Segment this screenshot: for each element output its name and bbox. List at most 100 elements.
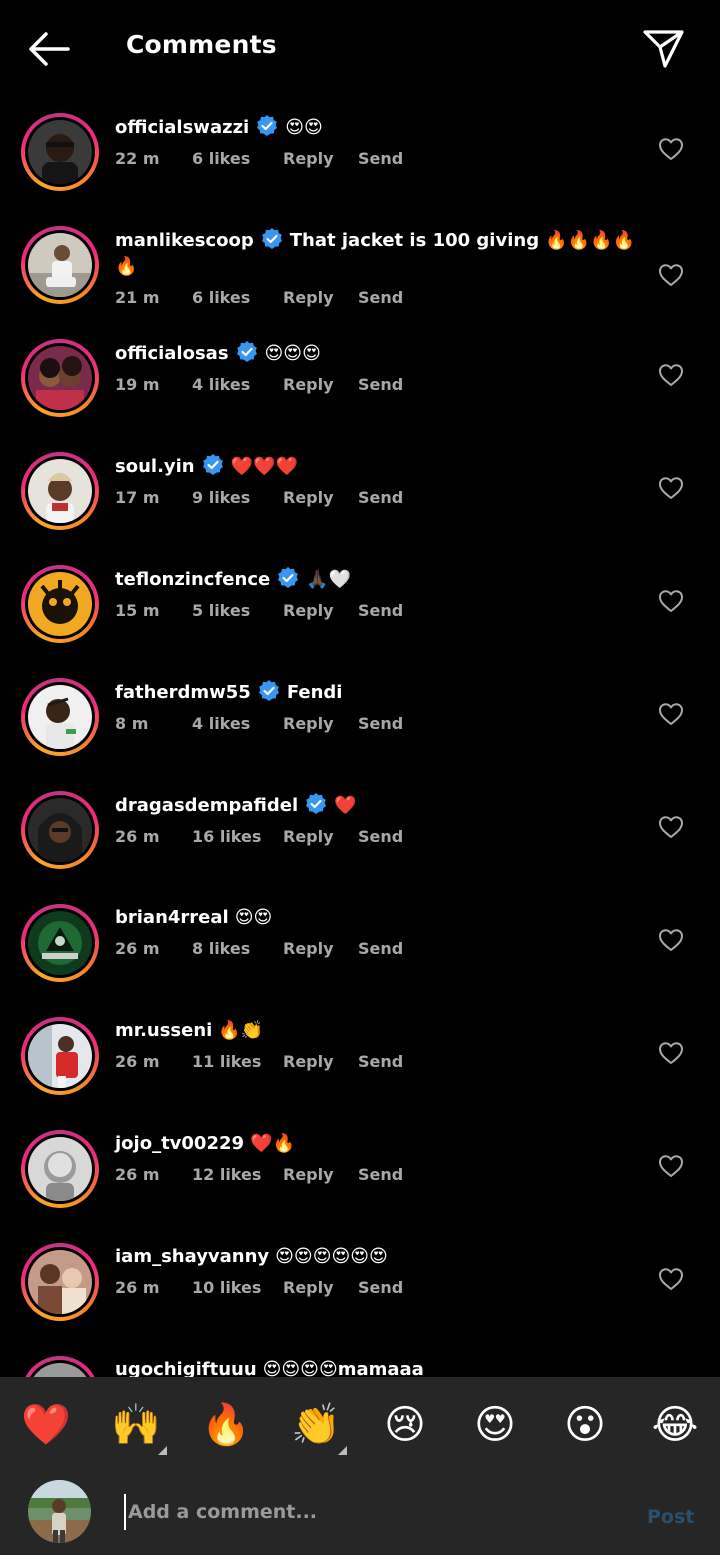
avatar[interactable] — [21, 791, 99, 869]
avatar[interactable] — [21, 1356, 99, 1377]
like-button[interactable] — [658, 1154, 684, 1178]
send-button[interactable]: Send — [358, 714, 403, 734]
comment-username[interactable]: jojo_tv00229 — [115, 1133, 244, 1154]
comment-username[interactable]: dragasdempafidel — [115, 795, 298, 816]
comment-meta: 22 m 6 likes Reply Send — [115, 149, 635, 169]
comment-meta: 8 m 4 likes Reply Send — [115, 714, 635, 734]
comment-username[interactable]: brian4rreal — [115, 907, 229, 928]
emoji-raising-hands-icon: 🙌 — [111, 1402, 161, 1448]
comment-username[interactable]: officialswazzi — [115, 117, 249, 138]
emoji-surprised-face-button[interactable]: 😮 — [561, 1401, 609, 1449]
avatar[interactable] — [21, 565, 99, 643]
emoji-heart-eyes-button[interactable]: 😍 — [471, 1401, 519, 1449]
send-button[interactable]: Send — [358, 939, 403, 959]
comment-likes[interactable]: 6 likes — [192, 288, 283, 308]
top-bar: Comments — [0, 0, 720, 96]
comment-username[interactable]: teflonzincfence — [115, 569, 270, 590]
reply-button[interactable]: Reply — [283, 375, 358, 395]
comment-likes[interactable]: 11 likes — [192, 1052, 283, 1072]
comment-likes[interactable]: 9 likes — [192, 488, 283, 508]
like-button[interactable] — [658, 1267, 684, 1291]
comment-time: 21 m — [115, 288, 160, 307]
comment-text: 😍😍 — [285, 117, 323, 138]
comment-username[interactable]: fatherdmw55 — [115, 682, 251, 703]
comment-likes[interactable]: 5 likes — [192, 601, 283, 621]
like-button[interactable] — [658, 363, 684, 387]
like-button[interactable] — [658, 815, 684, 839]
reply-button[interactable]: Reply — [283, 288, 358, 308]
avatar[interactable] — [21, 1017, 99, 1095]
comment-username[interactable]: iam_shayvanny — [115, 1246, 269, 1267]
paper-plane-icon — [643, 30, 684, 68]
comment-likes[interactable]: 4 likes — [192, 714, 283, 734]
emoji-tears-of-joy-button[interactable]: 😂 — [651, 1401, 699, 1449]
reply-button[interactable]: Reply — [283, 488, 358, 508]
reply-button[interactable]: Reply — [283, 714, 358, 734]
comment-time: 26 m — [115, 1052, 160, 1071]
comment-likes[interactable]: 12 likes — [192, 1165, 283, 1185]
send-button[interactable]: Send — [358, 1278, 403, 1298]
comment-item: manlikescoop That jacket is 100 giving 🔥🔥… — [0, 217, 720, 330]
avatar[interactable] — [21, 339, 99, 417]
send-button[interactable]: Send — [358, 1052, 403, 1072]
comment-username[interactable]: officialosas — [115, 343, 229, 364]
emoji-clapping-hands-icon: 👏 — [291, 1402, 341, 1448]
reply-button[interactable]: Reply — [283, 1052, 358, 1072]
send-button[interactable]: Send — [358, 827, 403, 847]
comment-likes[interactable]: 16 likes — [192, 827, 283, 847]
like-button[interactable] — [658, 137, 684, 161]
avatar[interactable] — [21, 452, 99, 530]
emoji-raising-hands-button[interactable]: 🙌 — [111, 1401, 167, 1455]
reply-button[interactable]: Reply — [283, 601, 358, 621]
comment-likes[interactable]: 4 likes — [192, 375, 283, 395]
send-button[interactable]: Send — [358, 375, 403, 395]
comment-time: 26 m — [115, 827, 160, 846]
share-button[interactable] — [642, 28, 686, 70]
reply-button[interactable]: Reply — [283, 827, 358, 847]
comment-likes[interactable]: 8 likes — [192, 939, 283, 959]
send-button[interactable]: Send — [358, 1165, 403, 1185]
like-button[interactable] — [658, 928, 684, 952]
comment-time: 26 m — [115, 939, 160, 958]
comment-item: jojo_tv00229 ❤️🔥 26 m 12 likes Reply Send — [0, 1121, 720, 1234]
comment-username[interactable]: soul.yin — [115, 456, 195, 477]
emoji-crying-face-icon: 😢 — [384, 1402, 426, 1448]
post-button[interactable]: Post — [647, 1506, 694, 1528]
verified-badge-icon — [202, 454, 223, 475]
reply-button[interactable]: Reply — [283, 939, 358, 959]
send-button[interactable]: Send — [358, 288, 403, 308]
like-button[interactable] — [658, 1041, 684, 1065]
comment-username[interactable]: mr.usseni — [115, 1020, 212, 1041]
comment-likes[interactable]: 6 likes — [192, 149, 283, 169]
emoji-clapping-hands-button[interactable]: 👏 — [291, 1401, 347, 1455]
like-button[interactable] — [658, 263, 684, 287]
reply-button[interactable]: Reply — [283, 149, 358, 169]
comment-username[interactable]: ugochigiftuuu — [115, 1359, 257, 1377]
avatar[interactable] — [21, 1130, 99, 1208]
comment-input[interactable] — [124, 1494, 624, 1530]
comment-likes[interactable]: 10 likes — [192, 1278, 283, 1298]
heart-outline-icon — [659, 929, 683, 951]
reply-button[interactable]: Reply — [283, 1165, 358, 1185]
like-button[interactable] — [658, 702, 684, 726]
comment-item: brian4rreal 😍😍 26 m 8 likes Reply Send — [0, 895, 720, 1008]
send-button[interactable]: Send — [358, 601, 403, 621]
send-button[interactable]: Send — [358, 488, 403, 508]
back-button[interactable] — [26, 28, 72, 72]
avatar[interactable] — [21, 904, 99, 982]
emoji-red-heart-button[interactable]: ❤️ — [21, 1401, 71, 1449]
comment-item: soul.yin ❤️❤️❤️ 17 m 9 likes Reply Send — [0, 443, 720, 556]
like-button[interactable] — [658, 476, 684, 500]
avatar[interactable] — [21, 113, 99, 191]
emoji-fire-icon: 🔥 — [201, 1402, 251, 1448]
like-button[interactable] — [658, 589, 684, 613]
heart-outline-icon — [659, 1268, 683, 1290]
comment-username[interactable]: manlikescoop — [115, 230, 254, 251]
emoji-fire-button[interactable]: 🔥 — [201, 1401, 251, 1449]
avatar[interactable] — [21, 678, 99, 756]
send-button[interactable]: Send — [358, 149, 403, 169]
avatar[interactable] — [21, 1243, 99, 1321]
emoji-crying-face-button[interactable]: 😢 — [381, 1401, 429, 1449]
avatar[interactable] — [21, 226, 99, 304]
reply-button[interactable]: Reply — [283, 1278, 358, 1298]
